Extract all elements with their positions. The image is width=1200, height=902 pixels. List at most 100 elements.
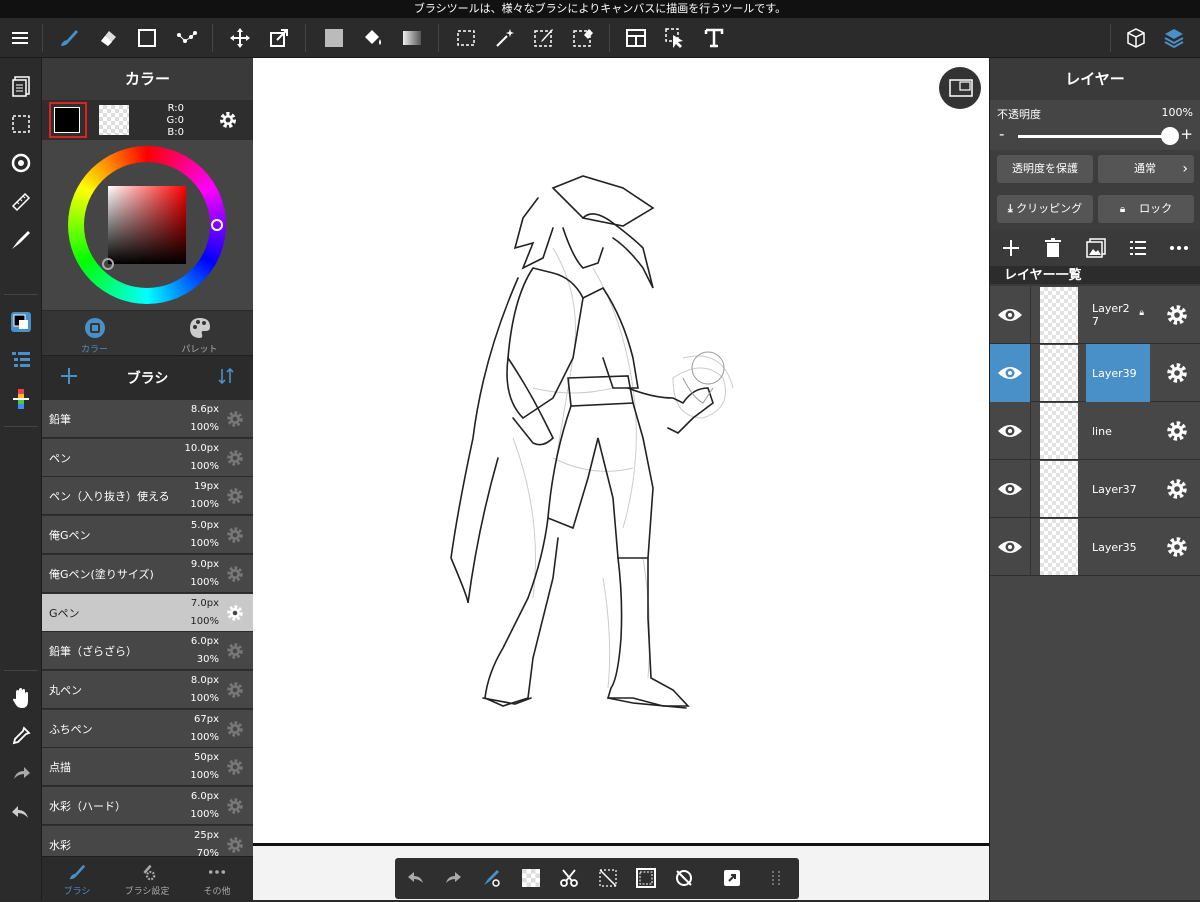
brush-settings-gear-icon[interactable] bbox=[225, 757, 245, 777]
transparent-color-swatch[interactable] bbox=[99, 105, 129, 135]
brush-settings-gear-icon[interactable] bbox=[225, 525, 245, 545]
layers-icon[interactable] bbox=[1158, 22, 1190, 54]
magic-wand-icon[interactable] bbox=[489, 22, 521, 54]
brush-settings-gear-icon[interactable] bbox=[225, 719, 245, 739]
cut-icon[interactable] bbox=[555, 864, 583, 892]
text-icon[interactable] bbox=[698, 22, 730, 54]
snap-pen-icon[interactable] bbox=[5, 224, 37, 256]
brush-settings-gear-icon[interactable] bbox=[225, 680, 245, 700]
quick-transparent-icon[interactable] bbox=[517, 864, 545, 892]
visibility-eye-icon[interactable] bbox=[990, 402, 1030, 460]
select-eraser-icon[interactable] bbox=[567, 22, 599, 54]
brush-settings-gear-icon[interactable] bbox=[225, 448, 245, 468]
brush-item[interactable]: 点描 50px 100% bbox=[42, 748, 253, 787]
quick-undo-icon[interactable] bbox=[402, 864, 430, 892]
brush-item[interactable]: ふちペン 67px 100% bbox=[42, 709, 253, 748]
brush-item[interactable]: 俺Gペン 5.0px 100% bbox=[42, 516, 253, 555]
gradient-icon[interactable] bbox=[396, 22, 428, 54]
layer-settings-gear-icon[interactable] bbox=[1165, 535, 1189, 559]
tab-brush-settings[interactable]: ブラシ設定 bbox=[112, 857, 182, 902]
visibility-eye-icon[interactable] bbox=[990, 460, 1030, 518]
layer-settings-gear-icon[interactable] bbox=[1165, 361, 1189, 385]
drawing-canvas[interactable] bbox=[253, 58, 989, 846]
brush-item[interactable]: ペン 10.0px 100% bbox=[42, 438, 253, 477]
fullscreen-icon[interactable] bbox=[718, 864, 746, 892]
eyedropper-icon[interactable] bbox=[5, 720, 37, 752]
layer-row[interactable]: line bbox=[990, 402, 1200, 460]
opacity-slider-knob[interactable] bbox=[1161, 127, 1179, 145]
layer-settings-gear-icon[interactable] bbox=[1165, 477, 1189, 501]
palette-bar-icon[interactable] bbox=[5, 383, 37, 415]
layer-settings-gear-icon[interactable] bbox=[1165, 419, 1189, 443]
transform-icon[interactable] bbox=[263, 22, 295, 54]
brush-settings-gear-icon[interactable] bbox=[225, 603, 245, 623]
select-area-icon[interactable] bbox=[5, 108, 37, 140]
brush-settings-gear-icon[interactable] bbox=[225, 796, 245, 816]
tab-brush[interactable]: ブラシ bbox=[42, 857, 112, 902]
fill-color-icon[interactable] bbox=[318, 22, 350, 54]
layer-list-view-icon[interactable] bbox=[1127, 237, 1149, 259]
dot-icon[interactable] bbox=[170, 22, 202, 54]
canvas-view-button[interactable] bbox=[939, 67, 981, 109]
eraser-icon[interactable] bbox=[92, 22, 124, 54]
brush-settings-gear-icon[interactable] bbox=[225, 835, 245, 855]
brush-item[interactable]: 鉛筆 8.6px 100% bbox=[42, 400, 253, 438]
select-rect-icon[interactable] bbox=[450, 22, 482, 54]
quick-brush-icon[interactable] bbox=[477, 864, 505, 892]
layer-row[interactable]: Layer37 bbox=[990, 460, 1200, 518]
brush-item[interactable]: 俺Gペン(塗りサイズ) 9.0px 100% bbox=[42, 554, 253, 593]
redo-icon[interactable] bbox=[5, 758, 37, 790]
opacity-slider[interactable] bbox=[1018, 127, 1179, 145]
current-color-icon[interactable] bbox=[5, 306, 37, 338]
3d-icon[interactable] bbox=[1120, 22, 1152, 54]
image-layer-icon[interactable] bbox=[1085, 237, 1107, 259]
visibility-eye-icon[interactable] bbox=[990, 344, 1030, 402]
blend-mode-button[interactable]: 通常 › bbox=[1098, 155, 1194, 183]
foreground-color-swatch[interactable] bbox=[49, 102, 87, 138]
lock-button[interactable]: 🔒︎ ロック bbox=[1098, 195, 1194, 223]
menu-icon[interactable] bbox=[4, 22, 36, 54]
tab-palette[interactable]: パレット bbox=[147, 311, 252, 356]
brush-item[interactable]: ペン（入り抜き）使える 19px 100% bbox=[42, 477, 253, 516]
layer-row[interactable]: Layer2 7 🔒︎ bbox=[990, 286, 1200, 344]
delete-layer-icon[interactable] bbox=[1042, 237, 1064, 259]
canvas-area[interactable] bbox=[253, 58, 989, 900]
select-move-icon[interactable] bbox=[659, 22, 691, 54]
color-settings-gear-icon[interactable] bbox=[217, 109, 239, 131]
bucket-icon[interactable] bbox=[357, 22, 389, 54]
pages-icon[interactable] bbox=[5, 70, 37, 102]
brush-settings-gear-icon[interactable] bbox=[225, 486, 245, 506]
quick-redo-icon[interactable] bbox=[439, 864, 467, 892]
layer-list-icon[interactable] bbox=[5, 344, 37, 376]
brush-settings-gear-icon[interactable] bbox=[225, 409, 245, 429]
protect-alpha-button[interactable]: 透明度を保護 bbox=[997, 155, 1093, 183]
layer-row[interactable]: Layer39 bbox=[990, 344, 1200, 402]
brush-item[interactable]: 鉛筆（ざらざら） 6.0px 30% bbox=[42, 632, 253, 671]
brush-item[interactable]: Gペン 7.0px 100% bbox=[42, 593, 253, 632]
ruler-icon[interactable] bbox=[5, 186, 37, 218]
tab-color[interactable]: カラー bbox=[42, 311, 147, 356]
hand-icon[interactable] bbox=[5, 682, 37, 714]
select-pen-icon[interactable] bbox=[528, 22, 560, 54]
deselect-icon[interactable] bbox=[594, 864, 622, 892]
tab-other[interactable]: その他 bbox=[182, 857, 252, 902]
toolbar-grip-icon[interactable] bbox=[762, 864, 790, 892]
brush-item[interactable]: 丸ペン 8.0px 100% bbox=[42, 670, 253, 709]
brush-settings-gear-icon[interactable] bbox=[225, 641, 245, 661]
layer-more-icon[interactable] bbox=[1168, 237, 1190, 259]
opacity-minus-button[interactable]: - bbox=[999, 125, 1004, 143]
no-rotate-icon[interactable] bbox=[670, 864, 698, 892]
shape-icon[interactable] bbox=[131, 22, 163, 54]
hue-handle[interactable] bbox=[211, 219, 223, 231]
layer-settings-gear-icon[interactable] bbox=[1165, 303, 1189, 327]
visibility-eye-icon[interactable] bbox=[990, 518, 1030, 576]
sort-icon[interactable] bbox=[216, 366, 236, 386]
undo-icon[interactable] bbox=[5, 797, 37, 829]
layout-icon[interactable] bbox=[620, 22, 652, 54]
opacity-plus-button[interactable]: + bbox=[1180, 125, 1193, 143]
saturation-value-square[interactable] bbox=[108, 186, 186, 264]
clipping-button[interactable]: ⤓ クリッピング bbox=[997, 195, 1093, 223]
visibility-eye-icon[interactable] bbox=[990, 286, 1030, 344]
move-icon[interactable] bbox=[224, 22, 256, 54]
add-layer-icon[interactable] bbox=[1000, 237, 1022, 259]
